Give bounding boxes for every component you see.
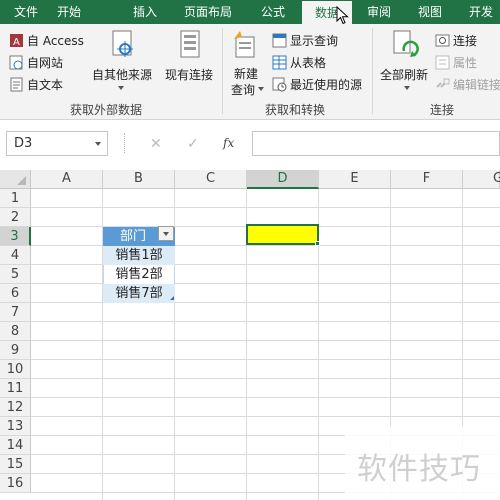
filter-dropdown-button[interactable] <box>158 226 174 241</box>
from-table-button[interactable]: 从表格 <box>290 54 326 71</box>
table-header-label: 部门 <box>119 229 146 244</box>
chevron-down-icon <box>404 86 410 90</box>
row-header-2[interactable]: 2 <box>0 208 31 227</box>
recent-sources-icon <box>272 77 287 92</box>
chevron-down-icon <box>258 87 264 91</box>
row-header-3[interactable]: 3 <box>0 227 31 246</box>
web-icon <box>9 55 23 70</box>
group-label-connections: 连接 <box>430 103 455 117</box>
chevron-down-icon[interactable] <box>95 142 101 146</box>
existing-connections-icon <box>180 30 200 58</box>
column-header-f[interactable]: F <box>391 170 463 189</box>
edit-links-icon <box>436 78 450 88</box>
column-header-d[interactable]: D <box>247 170 319 189</box>
properties-icon <box>435 55 450 70</box>
column-header-c[interactable]: C <box>175 170 247 189</box>
row-header-15[interactable]: 15 <box>0 455 31 474</box>
connections-button[interactable]: 连接 <box>453 32 477 49</box>
tab-developer[interactable]: 开发 <box>460 0 500 24</box>
new-query-icon <box>234 31 255 58</box>
fill-handle[interactable] <box>315 241 320 246</box>
connections-icon <box>435 34 450 47</box>
tab-insert[interactable]: 插入 <box>122 0 168 24</box>
from-other-sources-button[interactable]: 自其他来源 <box>92 66 152 83</box>
access-icon: A <box>10 34 23 48</box>
new-query-label-line1[interactable]: 新建 <box>234 65 258 82</box>
table-cell[interactable]: 销售2部 <box>103 265 175 284</box>
refresh-all-button[interactable]: 全部刷新 <box>380 66 428 83</box>
column-header-b[interactable]: B <box>103 170 175 189</box>
row-header-11[interactable]: 11 <box>0 379 31 398</box>
refresh-all-icon <box>393 30 419 57</box>
properties-button[interactable]: 属性 <box>453 54 477 71</box>
column-header-e[interactable]: E <box>319 170 391 189</box>
row-header-14[interactable]: 14 <box>0 436 31 455</box>
edit-links-button[interactable]: 编辑链接 <box>453 76 500 93</box>
chevron-down-icon <box>118 86 124 90</box>
column-header-a[interactable]: A <box>31 170 103 189</box>
watermark: 软件技巧 <box>345 426 500 500</box>
insert-function-icon[interactable]: fx <box>223 136 234 150</box>
formula-bar-grip[interactable] <box>124 133 126 153</box>
row-header-8[interactable]: 8 <box>0 322 31 341</box>
group-label-get-external-data: 获取外部数据 <box>70 103 143 117</box>
chevron-down-icon <box>163 232 169 236</box>
ribbon-tab-bar: 文件 开始 插入 页面布局 公式 数据 审阅 视图 开发 <box>0 0 500 24</box>
show-queries-button[interactable]: 显示查询 <box>290 32 338 49</box>
row-header-13[interactable]: 13 <box>0 417 31 436</box>
svg-text:A: A <box>13 37 20 48</box>
column-header-g[interactable]: G <box>463 170 500 189</box>
row-header-5[interactable]: 5 <box>0 265 31 284</box>
enter-icon[interactable]: ✓ <box>187 136 199 152</box>
tab-review[interactable]: 审阅 <box>358 0 400 24</box>
cancel-icon[interactable]: ✕ <box>150 136 162 152</box>
watermark-text: 软件技巧 <box>357 452 481 487</box>
tab-page-layout[interactable]: 页面布局 <box>176 0 240 24</box>
other-sources-icon <box>112 30 133 57</box>
group-divider <box>222 28 223 114</box>
recent-sources-button[interactable]: 最近使用的源 <box>290 76 362 93</box>
row-header-6[interactable]: 6 <box>0 284 31 303</box>
table-cell[interactable]: 销售7部 <box>103 284 175 303</box>
show-queries-icon <box>272 33 287 48</box>
row-header-16[interactable]: 16 <box>0 474 31 493</box>
table-resize-handle[interactable] <box>170 296 174 300</box>
formula-input[interactable] <box>252 131 500 156</box>
row-header-12[interactable]: 12 <box>0 398 31 417</box>
group-label-get-transform: 获取和转换 <box>265 103 326 117</box>
existing-connections-button[interactable]: 现有连接 <box>165 66 213 83</box>
group-divider <box>372 28 373 114</box>
table-icon <box>272 55 287 70</box>
new-query-button[interactable]: 查询 <box>231 81 255 98</box>
mouse-cursor-icon <box>336 6 349 25</box>
select-all-corner[interactable] <box>0 170 31 189</box>
name-box[interactable]: D3 <box>6 131 108 156</box>
tab-home[interactable]: 开始 <box>46 0 92 24</box>
tab-formulas[interactable]: 公式 <box>252 0 294 24</box>
name-box-value: D3 <box>14 136 33 151</box>
row-header-4[interactable]: 4 <box>0 246 31 265</box>
row-header-1[interactable]: 1 <box>0 189 31 208</box>
from-web-button[interactable]: 自网站 <box>27 54 63 71</box>
row-header-10[interactable]: 10 <box>0 360 31 379</box>
row-header-7[interactable]: 7 <box>0 303 31 322</box>
tab-view[interactable]: 视图 <box>409 0 451 24</box>
row-header-9[interactable]: 9 <box>0 341 31 360</box>
tab-file[interactable]: 文件 <box>6 0 46 24</box>
table-cell[interactable]: 销售1部 <box>103 246 175 265</box>
from-access-button[interactable]: 自 Access <box>27 32 84 49</box>
active-cell-d3[interactable] <box>246 224 319 245</box>
ribbon: A 自 Access 自网站 自文本 自其他来源 现有连接 获取外部数据 新建 … <box>0 24 500 120</box>
from-text-button[interactable]: 自文本 <box>27 76 63 93</box>
text-file-icon <box>10 77 23 92</box>
